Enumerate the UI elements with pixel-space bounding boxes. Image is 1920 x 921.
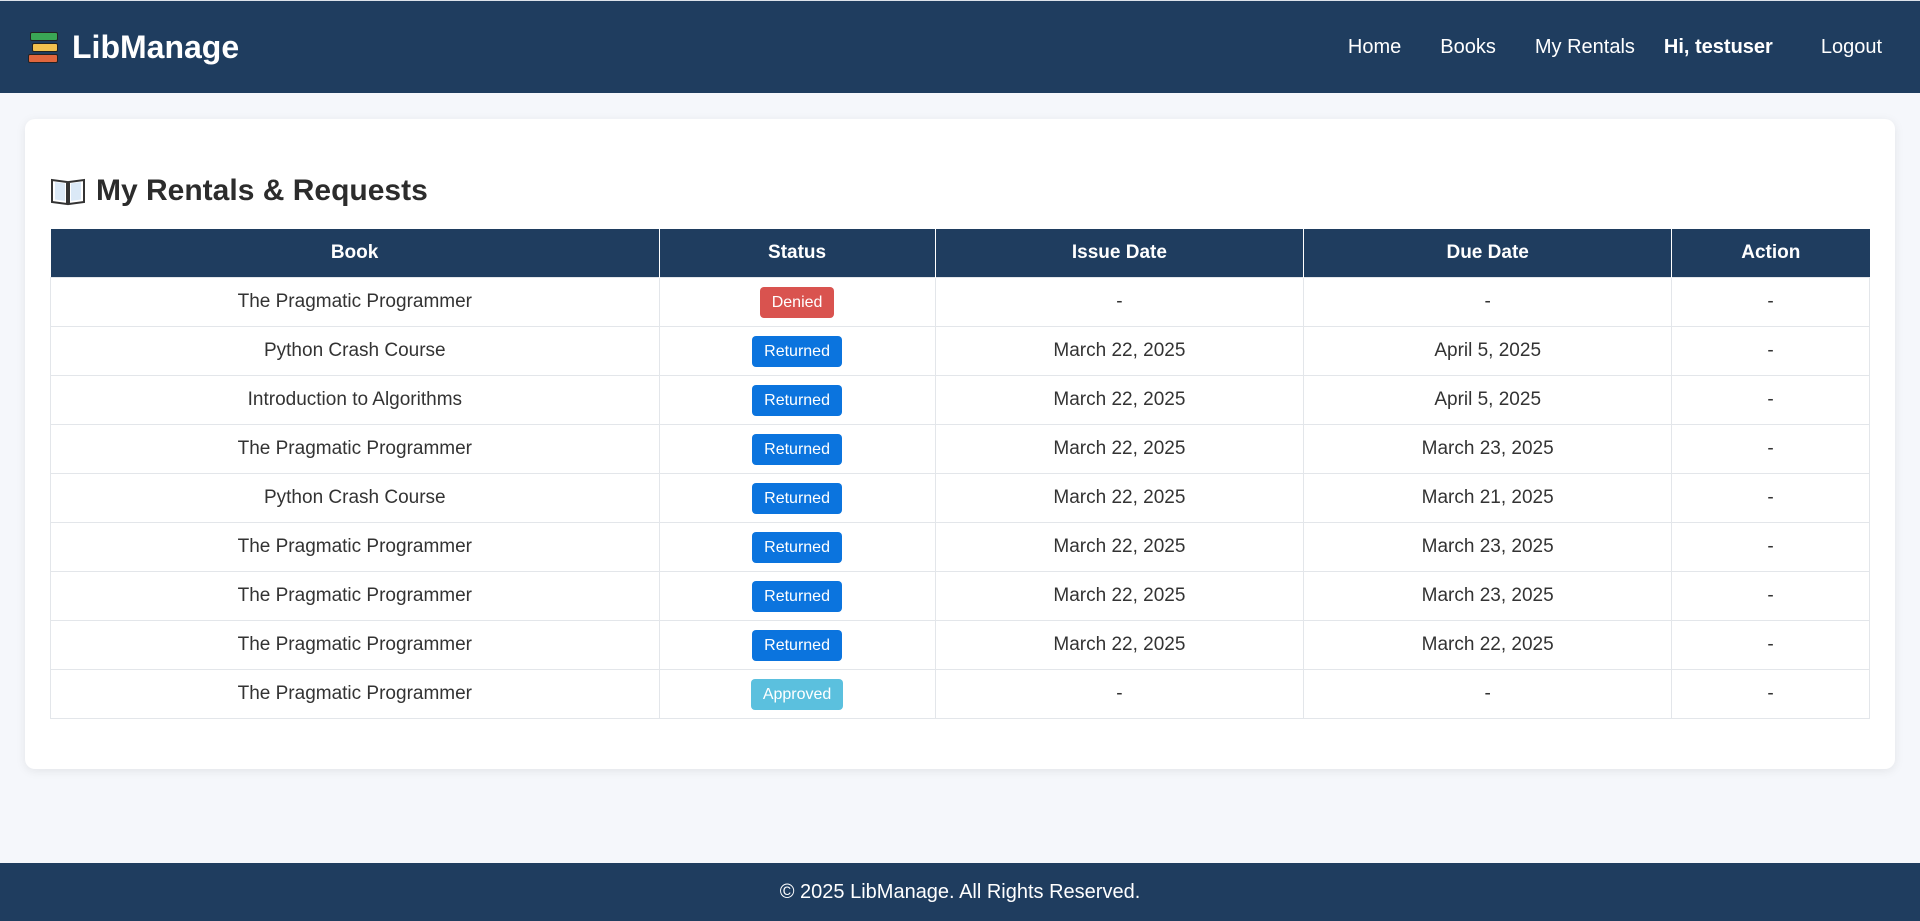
status-badge: Returned (752, 482, 842, 514)
cell-issue-date: March 22, 2025 (934, 424, 1305, 474)
cell-book: The Pragmatic Programmer (50, 277, 660, 327)
table-row: The Pragmatic Programmer Returned March … (50, 424, 1870, 474)
page-title: My Rentals & Requests (50, 171, 1870, 211)
cell-status: Returned (658, 424, 936, 474)
status-badge: Returned (752, 433, 842, 465)
cell-action: - (1671, 424, 1870, 474)
column-header-due-date: Due Date (1303, 229, 1673, 278)
top-navbar: LibManage Home Books My Rentals Hi, test… (0, 0, 1920, 93)
status-badge: Returned (752, 580, 842, 612)
cell-book: Python Crash Course (50, 326, 660, 376)
cell-issue-date: March 22, 2025 (934, 620, 1305, 670)
rentals-table: Book Status Issue Date Due Date Action T… (50, 229, 1870, 719)
table-row: The Pragmatic Programmer Denied - - - (50, 277, 1870, 327)
table-row: Python Crash Course Returned March 22, 2… (50, 473, 1870, 523)
cell-issue-date: March 22, 2025 (934, 326, 1305, 376)
table-row: The Pragmatic Programmer Returned March … (50, 620, 1870, 670)
status-badge: Returned (752, 335, 842, 367)
cell-issue-date: March 22, 2025 (934, 571, 1305, 621)
brand[interactable]: LibManage (28, 29, 239, 66)
rentals-card: My Rentals & Requests Book Status Issue … (25, 119, 1895, 769)
cell-book: The Pragmatic Programmer (50, 571, 660, 621)
cell-status: Returned (658, 326, 936, 376)
cell-due-date: March 23, 2025 (1303, 424, 1673, 474)
nav-link-my-rentals[interactable]: My Rentals (1535, 36, 1635, 59)
cell-issue-date: March 22, 2025 (934, 522, 1305, 572)
status-badge: Returned (752, 531, 842, 563)
logout-link[interactable]: Logout (1821, 36, 1882, 59)
books-stack-icon (28, 31, 60, 63)
cell-book: The Pragmatic Programmer (50, 522, 660, 572)
cell-due-date: April 5, 2025 (1303, 375, 1673, 425)
cell-due-date: - (1303, 669, 1673, 719)
cell-action: - (1671, 669, 1870, 719)
cell-status: Returned (658, 620, 936, 670)
cell-due-date: April 5, 2025 (1303, 326, 1673, 376)
table-row: Python Crash Course Returned March 22, 2… (50, 326, 1870, 376)
cell-action: - (1671, 375, 1870, 425)
cell-action: - (1671, 620, 1870, 670)
cell-due-date: March 23, 2025 (1303, 522, 1673, 572)
cell-due-date: March 21, 2025 (1303, 473, 1673, 523)
column-header-book: Book (50, 229, 660, 278)
table-row: Introduction to Algorithms Returned Marc… (50, 375, 1870, 425)
user-greeting: Hi, testuser (1663, 35, 1773, 58)
status-badge: Denied (759, 286, 835, 318)
cell-status: Returned (658, 473, 936, 523)
cell-issue-date: March 22, 2025 (934, 473, 1305, 523)
cell-book: Introduction to Algorithms (50, 375, 660, 425)
cell-due-date: March 22, 2025 (1303, 620, 1673, 670)
cell-action: - (1671, 277, 1870, 327)
column-header-issue-date: Issue Date (935, 229, 1305, 278)
cell-due-date: - (1303, 277, 1673, 327)
cell-status: Returned (658, 571, 936, 621)
cell-status: Returned (658, 522, 936, 572)
status-badge: Returned (752, 629, 842, 661)
table-row: The Pragmatic Programmer Returned March … (50, 522, 1870, 572)
nav-links: Home Books My Rentals Hi, testuser Logou… (1309, 36, 1892, 59)
table-header-row: Book Status Issue Date Due Date Action (50, 229, 1870, 278)
cell-status: Approved (658, 669, 936, 719)
cell-book: Python Crash Course (50, 473, 660, 523)
footer-text: © 2025 LibManage. All Rights Reserved. (779, 880, 1141, 903)
cell-book: The Pragmatic Programmer (50, 424, 660, 474)
cell-issue-date: - (934, 669, 1305, 719)
nav-link-books[interactable]: Books (1440, 36, 1496, 59)
cell-status: Denied (658, 277, 936, 327)
cell-action: - (1671, 522, 1870, 572)
page-title-text: My Rentals & Requests (96, 174, 428, 207)
table-row: The Pragmatic Programmer Approved - - - (50, 669, 1870, 719)
cell-issue-date: March 22, 2025 (934, 375, 1305, 425)
cell-action: - (1671, 473, 1870, 523)
cell-issue-date: - (934, 277, 1305, 327)
footer: © 2025 LibManage. All Rights Reserved. (0, 863, 1920, 921)
brand-name: LibManage (72, 28, 240, 65)
cell-action: - (1671, 571, 1870, 621)
column-header-status: Status (659, 229, 936, 278)
cell-action: - (1671, 326, 1870, 376)
cell-book: The Pragmatic Programmer (50, 620, 660, 670)
status-badge: Approved (750, 678, 844, 710)
nav-link-home[interactable]: Home (1348, 36, 1401, 59)
cell-book: The Pragmatic Programmer (50, 669, 660, 719)
table-row: The Pragmatic Programmer Returned March … (50, 571, 1870, 621)
cell-status: Returned (658, 375, 936, 425)
table-body: The Pragmatic Programmer Denied - - - Py… (50, 277, 1870, 719)
cell-due-date: March 23, 2025 (1303, 571, 1673, 621)
column-header-action: Action (1671, 229, 1870, 278)
open-book-icon (51, 178, 85, 206)
status-badge: Returned (752, 384, 842, 416)
